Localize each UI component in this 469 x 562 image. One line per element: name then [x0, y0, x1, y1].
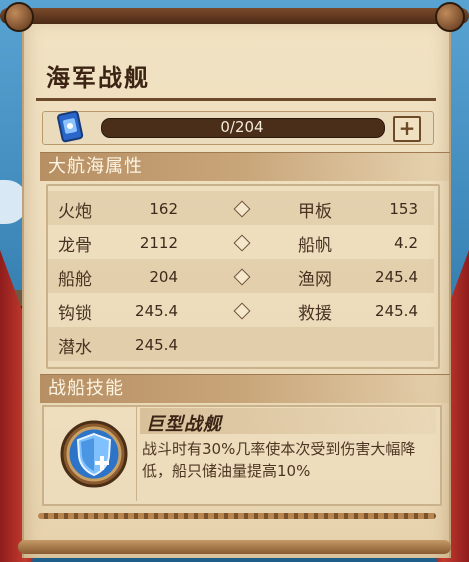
attribute-row [48, 327, 434, 361]
attribute-label: 船帆 [298, 236, 332, 256]
shield-plus-icon[interactable] [60, 420, 128, 488]
skill-description: 战斗时有30%几率使本次受到伤害大幅降低，船只储油量提高10% [142, 440, 416, 480]
rod-knob-left [4, 2, 34, 32]
attribute-value: 245.4 [135, 336, 178, 354]
attribute-value: 245.4 [375, 302, 418, 320]
rope-divider [38, 513, 436, 519]
rod-knob-right [435, 2, 465, 32]
attribute-label: 渔网 [298, 270, 332, 290]
attribute-label: 龙骨 [58, 236, 92, 256]
add-button[interactable]: + [393, 116, 421, 142]
attribute-label: 火炮 [58, 202, 92, 222]
attribute-value: 162 [149, 200, 178, 218]
attribute-label: 甲板 [298, 202, 332, 222]
attribute-value: 245.4 [135, 302, 178, 320]
attribute-label: 救援 [298, 304, 332, 324]
skills-header: 战船技能 [40, 374, 450, 403]
attribute-label: 潜水 [58, 338, 92, 358]
blue-scroll-icon [57, 110, 84, 143]
attribute-label: 钩锁 [58, 304, 92, 324]
skill-divider [136, 407, 137, 501]
attribute-value: 4.2 [394, 234, 418, 252]
title-divider [36, 98, 436, 101]
progress-text: 0/204 [220, 118, 264, 136]
attributes-header: 大航海属性 [40, 152, 450, 181]
attribute-value: 153 [389, 200, 418, 218]
attribute-value: 245.4 [375, 268, 418, 286]
page-title: 海军战舰 [46, 64, 150, 92]
scroll-rod-bottom [18, 540, 451, 554]
scroll-rod-top [0, 8, 469, 24]
attribute-label: 船舱 [58, 270, 92, 290]
attribute-value: 204 [149, 268, 178, 286]
attribute-value: 2112 [139, 234, 178, 252]
skill-name: 巨型战舰 [146, 414, 222, 435]
